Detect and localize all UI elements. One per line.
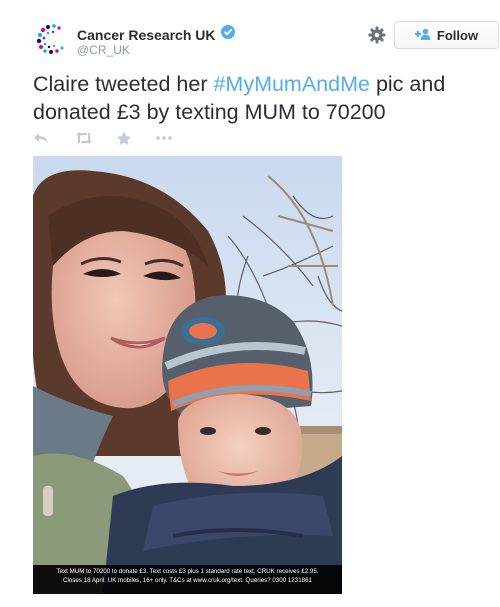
account-avatar[interactable] [33, 20, 70, 57]
account-name-row[interactable]: Cancer Research UK [77, 25, 235, 44]
tweet-actions [33, 131, 193, 149]
caption-line-1: Text MUM to 70200 to donate £3. Text cos… [56, 568, 319, 575]
tweet-text-before: Claire tweeted her [33, 72, 214, 96]
hashtag-link[interactable]: #MyMumAndMe [213, 72, 370, 96]
verified-badge-icon [220, 25, 235, 44]
follow-button[interactable]: Follow [394, 21, 499, 49]
follow-label: Follow [436, 27, 479, 43]
caption-line-2: Closes 18 April. UK mobiles, 16+ only. T… [63, 577, 312, 584]
account-name[interactable]: Cancer Research UK [77, 27, 216, 43]
account-handle[interactable]: @CR_UK [77, 43, 130, 57]
favorite-star-icon[interactable] [116, 131, 134, 147]
tweet-photo[interactable]: Text MUM to 70200 to donate £3. Text cos… [33, 156, 342, 594]
photo-caption: Text MUM to 70200 to donate £3. Text cos… [33, 565, 342, 594]
add-person-icon [414, 28, 431, 43]
tweet-header: Cancer Research UK @CR_UK Follow [33, 20, 500, 64]
gear-icon[interactable] [368, 26, 386, 44]
retweet-icon[interactable] [75, 131, 93, 147]
more-dots-icon[interactable] [155, 131, 173, 147]
tweet-text: Claire tweeted her #MyMumAndMe pic and d… [33, 70, 483, 126]
selfie-image [33, 156, 342, 594]
reply-icon[interactable] [33, 131, 51, 147]
